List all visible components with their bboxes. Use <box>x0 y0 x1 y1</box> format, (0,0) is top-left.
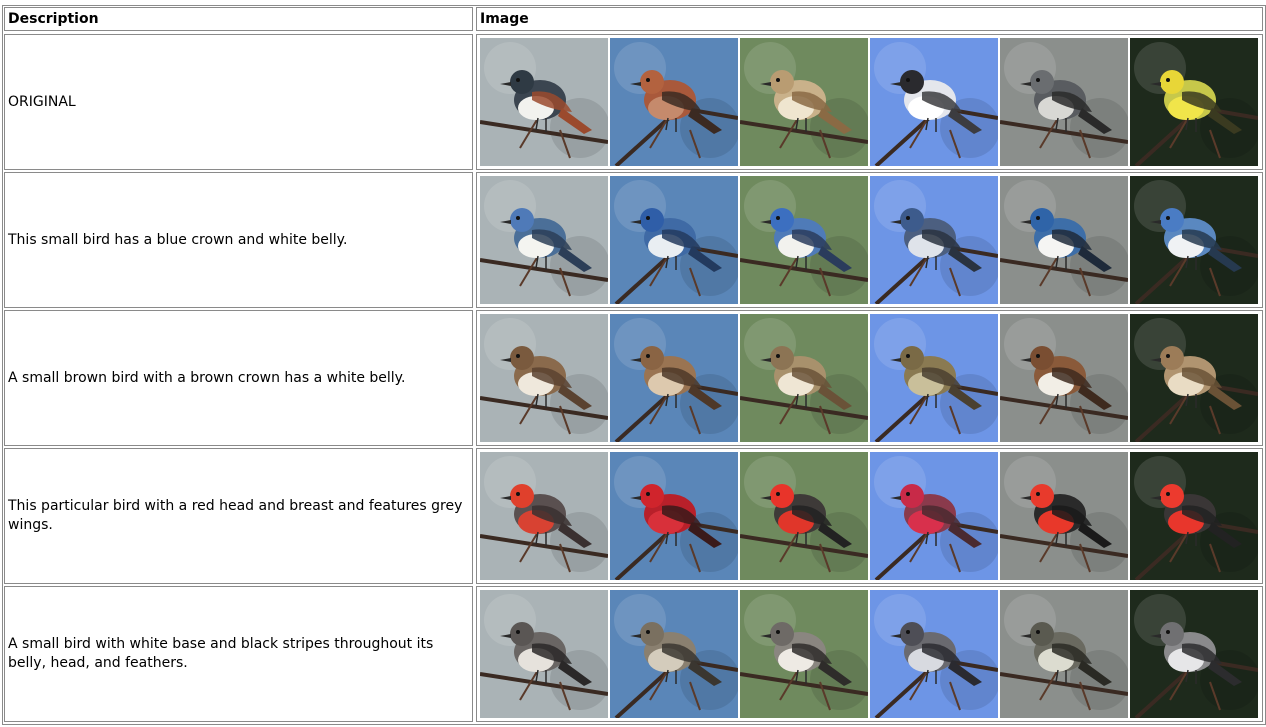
bird-photo <box>480 176 608 304</box>
bird-photo <box>610 452 738 580</box>
description-column-header: Description <box>4 7 473 31</box>
bird-photo <box>480 38 608 166</box>
bird-image <box>1130 176 1258 304</box>
bird-photo <box>1000 590 1128 718</box>
bird-image <box>480 452 608 580</box>
row-description: A small brown bird with a brown crown ha… <box>4 310 473 446</box>
row-description: ORIGINAL <box>4 34 473 170</box>
bird-photo <box>870 38 998 166</box>
bird-image <box>1130 314 1258 442</box>
bird-photo <box>870 176 998 304</box>
bird-photo <box>870 452 998 580</box>
row-images <box>476 34 1263 170</box>
bird-photo <box>610 38 738 166</box>
bird-image <box>480 590 608 718</box>
bird-image <box>740 314 868 442</box>
bird-photo <box>740 38 868 166</box>
description-text: This particular bird with a red head and… <box>8 498 463 533</box>
row-images <box>476 310 1263 446</box>
bird-image <box>1000 314 1128 442</box>
bird-photo <box>870 314 998 442</box>
bird-image <box>1000 38 1128 166</box>
bird-photo <box>1130 38 1258 166</box>
bird-photo <box>1000 314 1128 442</box>
description-text: ORIGINAL <box>8 93 76 110</box>
bird-image <box>480 314 608 442</box>
bird-image <box>610 176 738 304</box>
row-description: This small bird has a blue crown and whi… <box>4 172 473 308</box>
bird-image <box>480 176 608 304</box>
bird-image <box>480 38 608 166</box>
bird-photo <box>1130 314 1258 442</box>
bird-image <box>1130 590 1258 718</box>
bird-image <box>610 590 738 718</box>
description-text: A small brown bird with a brown crown ha… <box>8 369 406 386</box>
bird-image <box>610 314 738 442</box>
bird-image <box>1000 590 1128 718</box>
bird-photo <box>740 590 868 718</box>
description-text: A small bird with white base and black s… <box>8 636 434 671</box>
bird-image <box>870 38 998 166</box>
bird-image <box>740 590 868 718</box>
row-description: This particular bird with a red head and… <box>4 448 473 584</box>
results-table: Description Image ORIGINAL This small bir… <box>2 5 1266 725</box>
bird-photo <box>480 590 608 718</box>
bird-photo <box>740 314 868 442</box>
row-images <box>476 448 1263 584</box>
bird-image <box>870 590 998 718</box>
image-column-header: Image <box>476 7 1263 31</box>
bird-photo <box>610 176 738 304</box>
bird-photo <box>610 590 738 718</box>
bird-photo <box>1000 38 1128 166</box>
bird-image <box>870 176 998 304</box>
bird-photo <box>740 452 868 580</box>
bird-image <box>870 452 998 580</box>
bird-image <box>610 38 738 166</box>
bird-image <box>740 38 868 166</box>
bird-photo <box>610 314 738 442</box>
bird-photo <box>1000 176 1128 304</box>
bird-photo <box>480 452 608 580</box>
bird-photo <box>740 176 868 304</box>
bird-image <box>610 452 738 580</box>
bird-image <box>1130 38 1258 166</box>
bird-photo <box>480 314 608 442</box>
bird-photo <box>1130 176 1258 304</box>
bird-image <box>740 452 868 580</box>
row-images <box>476 586 1263 722</box>
description-text: This small bird has a blue crown and whi… <box>8 231 348 248</box>
bird-photo <box>1130 590 1258 718</box>
bird-photo <box>870 590 998 718</box>
row-images <box>476 172 1263 308</box>
bird-image <box>1130 452 1258 580</box>
bird-photo <box>1000 452 1128 580</box>
bird-image <box>1000 176 1128 304</box>
bird-image <box>740 176 868 304</box>
bird-image <box>870 314 998 442</box>
bird-photo <box>1130 452 1258 580</box>
row-description: A small bird with white base and black s… <box>4 586 473 722</box>
bird-image <box>1000 452 1128 580</box>
